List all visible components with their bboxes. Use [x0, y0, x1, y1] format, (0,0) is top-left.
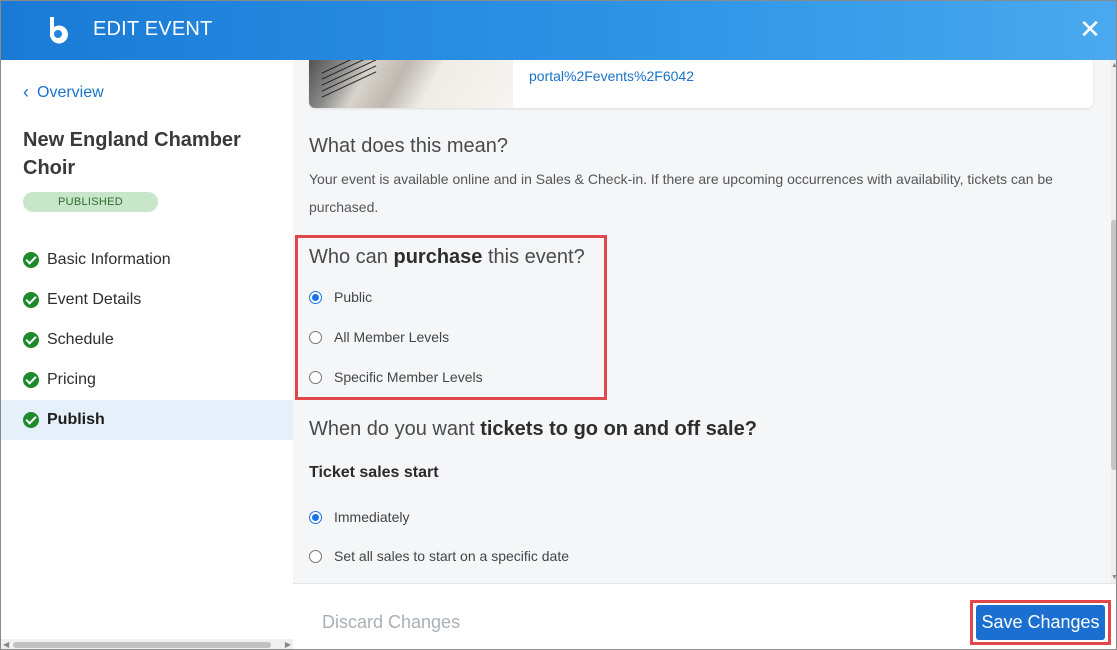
check-circle-icon	[23, 292, 39, 308]
discard-changes-button[interactable]: Discard Changes	[322, 612, 460, 633]
ticket-sales-start-label: Ticket sales start	[309, 464, 439, 481]
check-circle-icon	[23, 412, 39, 428]
purchase-heading: Who can purchase this event?	[309, 246, 585, 268]
purchase-option-public[interactable]: Public	[309, 289, 372, 305]
page-title: EDIT EVENT	[93, 18, 213, 40]
check-circle-icon	[23, 332, 39, 348]
check-circle-icon	[23, 252, 39, 268]
back-to-overview-link[interactable]: ‹ Overview	[23, 82, 104, 103]
scroll-up-icon[interactable]: ▲	[1111, 62, 1116, 69]
event-url-link[interactable]: portal%2Fevents%2F6042	[529, 68, 694, 84]
save-changes-button[interactable]: Save Changes	[976, 605, 1105, 640]
sidebar-item-event-details[interactable]: Event Details	[1, 280, 293, 320]
radio-button[interactable]	[309, 290, 322, 304]
meaning-description: Your event is available online and in Sa…	[309, 171, 1053, 215]
sidebar-item-basic-information[interactable]: Basic Information	[1, 240, 293, 280]
chevron-left-icon: ‹	[23, 82, 29, 102]
radio-button[interactable]	[309, 370, 322, 384]
sidebar-item-publish[interactable]: Publish	[1, 400, 293, 440]
radio-button[interactable]	[309, 510, 322, 524]
purchase-option-all-member-levels[interactable]: All Member Levels	[309, 329, 449, 345]
sidebar-item-schedule[interactable]: Schedule	[1, 320, 293, 360]
radio-label: Immediately	[334, 509, 410, 525]
status-badge: PUBLISHED	[23, 192, 158, 212]
event-image	[309, 60, 513, 108]
sale-option-immediately[interactable]: Immediately	[309, 509, 409, 525]
event-link-card: portal%2Fevents%2F6042	[309, 60, 1093, 108]
check-circle-icon	[23, 372, 39, 388]
radio-label: Public	[334, 289, 373, 305]
footer-bar: Discard Changes Save Changes	[293, 583, 1116, 649]
sale-heading: When do you want tickets to go on and of…	[309, 418, 757, 440]
sidebar-item-label: Event Details	[47, 291, 142, 308]
sidebar-item-label: Basic Information	[47, 251, 171, 268]
radio-label: All Member Levels	[334, 329, 450, 345]
main-content: portal%2Fevents%2F6042 What does this me…	[293, 60, 1116, 583]
sidebar: ‹ Overview New England Chamber Choir PUB…	[1, 60, 293, 649]
sidebar-item-label: Schedule	[47, 331, 114, 348]
scroll-right-icon[interactable]: ▶	[285, 640, 291, 649]
overview-label: Overview	[37, 83, 104, 101]
meaning-heading: What does this mean?	[309, 135, 508, 157]
radio-label: Specific Member Levels	[334, 369, 483, 385]
sidebar-horizontal-scrollbar[interactable]: ◀ ▶	[1, 639, 293, 649]
scrollbar-thumb[interactable]	[13, 642, 271, 648]
app-window: EDIT EVENT ✕ ‹ Overview New England Cham…	[0, 0, 1117, 650]
main-vertical-scrollbar[interactable]: ▲ ▼	[1111, 60, 1116, 583]
sidebar-item-label: Pricing	[47, 371, 96, 388]
scroll-down-icon[interactable]: ▼	[1111, 574, 1116, 581]
sidebar-item-label: Publish	[47, 411, 105, 428]
radio-button[interactable]	[309, 549, 322, 563]
scroll-left-icon[interactable]: ◀	[3, 640, 9, 649]
radio-label: Set all sales to start on a specific dat…	[334, 548, 570, 564]
close-icon[interactable]: ✕	[1076, 16, 1104, 44]
brand-logo	[49, 17, 68, 44]
header-bar: EDIT EVENT ✕	[1, 1, 1116, 60]
sale-option-specific-date[interactable]: Set all sales to start on a specific dat…	[309, 548, 569, 564]
sidebar-item-pricing[interactable]: Pricing	[1, 360, 293, 400]
purchase-option-specific-member-levels[interactable]: Specific Member Levels	[309, 369, 483, 385]
scrollbar-thumb[interactable]	[1111, 220, 1116, 470]
radio-button[interactable]	[309, 330, 322, 344]
sidebar-nav: Basic Information Event Details Schedule…	[1, 240, 293, 440]
event-name: New England Chamber Choir	[23, 129, 241, 179]
